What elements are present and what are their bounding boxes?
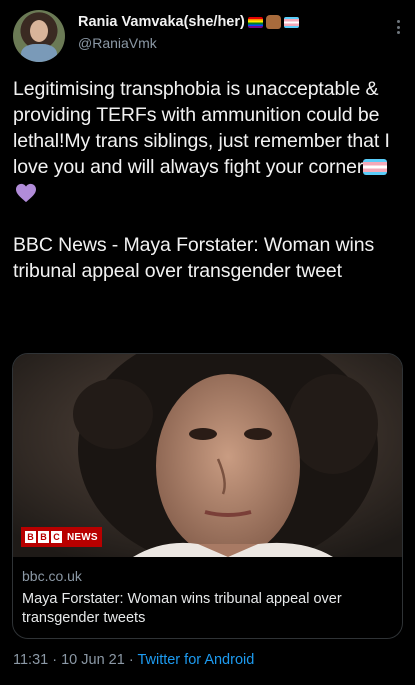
link-title[interactable]: Maya Forstater: Woman wins tribunal appe… [22,590,394,628]
footer-separator: · [48,652,62,668]
bbc-letter-c: C [51,531,62,543]
transgender-flag-icon [363,159,388,175]
link-domain: bbc.co.uk [22,568,82,584]
tweet-date[interactable]: 10 Jun 21 [61,652,125,668]
purple-heart-icon [16,183,36,203]
tweet-time[interactable]: 11:31 [13,652,48,668]
raised-fist-icon [265,15,281,29]
footer-separator: · [124,652,138,668]
author-display-name[interactable]: Rania Vamvaka(she/her) [78,14,245,30]
bbc-news-badge: B B C NEWS [21,527,102,547]
avatar[interactable] [13,10,65,62]
link-preview-meta[interactable]: bbc.co.uk Maya Forstater: Woman wins tri… [22,568,394,628]
tweet-header: Rania Vamvaka(she/her) @RaniaVmk [13,10,405,62]
bbc-news-text: NEWS [67,531,98,543]
more-options-icon[interactable] [391,18,405,36]
link-preview-image[interactable]: B B C NEWS [13,354,402,557]
bbc-letter-b2: B [38,531,49,543]
rainbow-flag-icon [247,16,263,28]
tweet-source-link[interactable]: Twitter for Android [137,652,254,668]
tweet-text: Legitimising transphobia is unacceptable… [13,76,405,310]
transgender-flag-icon [283,16,299,28]
tweet-paragraph-1-text: Legitimising transphobia is unacceptable… [13,78,390,178]
bbc-letter-b1: B [25,531,36,543]
author-handle[interactable]: @RaniaVmk [78,35,157,51]
link-preview-card[interactable]: B B C NEWS bbc.co.uk Maya Forstater: Wom… [12,353,403,639]
author-name-row[interactable]: Rania Vamvaka(she/her) [78,12,299,32]
tweet-paragraph-1: Legitimising transphobia is unacceptable… [13,76,405,206]
tweet-paragraph-2: BBC News - Maya Forstater: Woman wins tr… [13,234,375,282]
tweet-footer: 11:31 · 10 Jun 21 · Twitter for Android [13,652,254,668]
